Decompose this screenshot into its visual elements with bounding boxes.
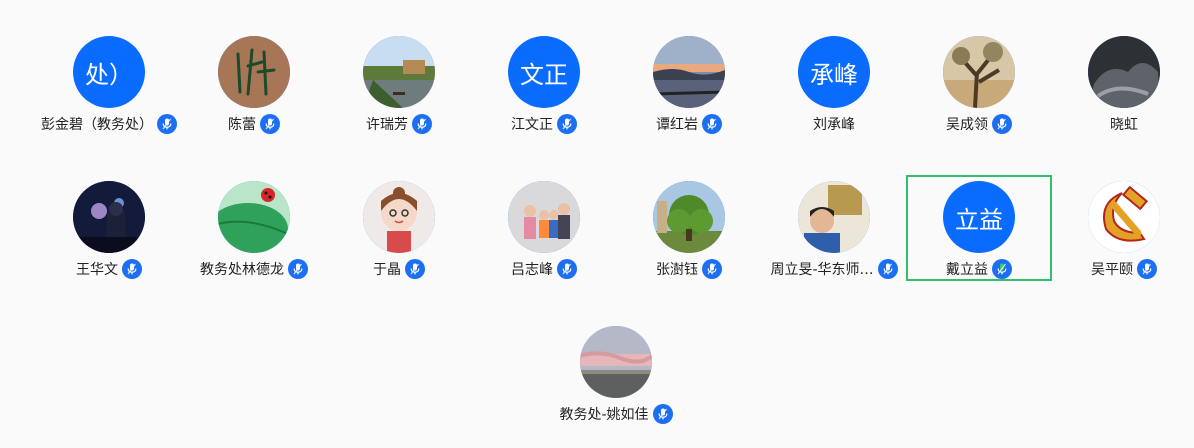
calligraphy-icon <box>218 36 290 108</box>
participant-name: 刘承峰 <box>813 117 855 133</box>
microphone-icon[interactable] <box>288 259 308 279</box>
participant-tile[interactable]: 张澍钰 <box>616 175 762 281</box>
participant-name-row: 彭金碧（教务处） <box>36 114 182 134</box>
avatar-initials: 承峰 <box>810 60 858 89</box>
participant-name: 陈蕾 <box>228 117 256 133</box>
participant-tile[interactable]: 于晶 <box>326 175 472 281</box>
microphone-icon[interactable] <box>877 259 898 279</box>
participant-name-row: 戴立益 <box>908 259 1050 279</box>
microphone-icon[interactable] <box>1137 259 1157 279</box>
participant-name: 彭金碧（教务处） <box>41 117 153 133</box>
avatar-initials: 文正 <box>520 60 568 89</box>
participant-name-row: 许瑞芳 <box>326 114 472 134</box>
family-photo-icon <box>508 181 580 253</box>
participant-tile[interactable]: 陈蕾 <box>181 30 327 136</box>
microphone-icon[interactable] <box>557 114 577 134</box>
participant-name-row: 刘承峰 <box>761 114 907 134</box>
microphone-icon[interactable] <box>652 404 673 424</box>
microphone-icon[interactable] <box>260 114 280 134</box>
microphone-icon[interactable] <box>405 259 425 279</box>
sunset-lake-icon <box>653 36 725 108</box>
participant-tile[interactable]: 文正江文正 <box>471 30 617 136</box>
participant-tile[interactable]: 处） 彭金碧（教务处） <box>36 30 182 136</box>
participant-tile[interactable]: 晓虹 <box>1051 30 1194 136</box>
participant-tile[interactable]: 教务处林德龙 <box>181 175 327 281</box>
participant-name: 教务处林德龙 <box>200 262 284 278</box>
microphone-icon[interactable] <box>702 114 722 134</box>
microphone-icon[interactable] <box>557 259 577 279</box>
participant-name-row: 王华文 <box>36 259 182 279</box>
participant-name-row: 江文正 <box>471 114 617 134</box>
participant-name-row: 教务处林德龙 <box>181 259 327 279</box>
participant-name: 戴立益 <box>946 262 988 278</box>
participant-name-row: 于晶 <box>326 259 472 279</box>
avatar: 处） <box>73 36 145 108</box>
avatar: 立益 <box>943 181 1015 253</box>
participant-tile[interactable]: 承峰 刘承峰 <box>761 30 907 136</box>
avatar-initials: 处） <box>85 60 133 89</box>
participant-name-row: 周立旻-华东师… <box>761 259 907 279</box>
participant-name-row: 教务处-姚如佳 <box>543 404 689 424</box>
participant-name: 于晶 <box>373 262 401 278</box>
participant-name: 教务处-姚如佳 <box>559 407 649 423</box>
participant-name-row: 晓虹 <box>1051 114 1194 134</box>
dark-cloud-icon <box>1088 36 1160 108</box>
participant-tile[interactable]: 吴平颐 <box>1051 175 1194 281</box>
avatar: 承峰 <box>798 36 870 108</box>
participant-name-row: 陈蕾 <box>181 114 327 134</box>
participant-tile[interactable]: 吴成领 <box>906 30 1052 136</box>
microphone-icon[interactable] <box>412 114 432 134</box>
river-landscape-icon <box>363 36 435 108</box>
participant-name: 吴成领 <box>946 117 988 133</box>
participant-name: 张澍钰 <box>656 262 698 278</box>
participant-name: 江文正 <box>511 117 553 133</box>
participant-name-row: 谭红岩 <box>616 114 762 134</box>
participant-tile[interactable]: 教务处-姚如佳 <box>543 320 689 426</box>
microphone-icon[interactable] <box>702 259 722 279</box>
participant-name: 谭红岩 <box>656 117 698 133</box>
microphone-icon[interactable] <box>157 114 177 134</box>
participant-grid: 处） 彭金碧（教务处） 陈蕾 许瑞芳 文正 江文正 谭红岩 承峰 刘承峰 吴成领 晓虹 王华文 教务处林… <box>0 0 1194 448</box>
avatar-initials: 立益 <box>955 205 1003 234</box>
participant-name: 许瑞芳 <box>366 117 408 133</box>
avatar: 文正 <box>508 36 580 108</box>
participant-tile[interactable]: 立益戴立益 <box>906 175 1052 281</box>
night-scene-icon <box>73 181 145 253</box>
microphone-icon[interactable] <box>992 259 1012 279</box>
participant-name-row: 张澍钰 <box>616 259 762 279</box>
desert-tree-icon <box>943 36 1015 108</box>
participant-name: 晓虹 <box>1110 117 1138 133</box>
participant-tile[interactable]: 王华文 <box>36 175 182 281</box>
participant-name-row: 吴平颐 <box>1051 259 1194 279</box>
participant-name: 王华文 <box>76 262 118 278</box>
hammer-sickle-icon <box>1088 181 1160 253</box>
participant-tile[interactable]: 谭红岩 <box>616 30 762 136</box>
man-portrait-icon <box>798 181 870 253</box>
participant-tile[interactable]: 吕志峰 <box>471 175 617 281</box>
pink-sky-icon <box>580 326 652 398</box>
participant-name-row: 吕志峰 <box>471 259 617 279</box>
participant-tile[interactable]: 许瑞芳 <box>326 30 472 136</box>
microphone-icon[interactable] <box>122 259 142 279</box>
participant-name: 吕志峰 <box>511 262 553 278</box>
green-tree-icon <box>653 181 725 253</box>
participant-name-row: 吴成领 <box>906 114 1052 134</box>
ladybug-leaf-icon <box>218 181 290 253</box>
cartoon-girl-icon <box>363 181 435 253</box>
participant-tile[interactable]: 周立旻-华东师… <box>761 175 907 281</box>
participant-name: 周立旻-华东师… <box>770 262 874 278</box>
participant-name: 吴平颐 <box>1091 262 1133 278</box>
microphone-icon[interactable] <box>992 114 1012 134</box>
